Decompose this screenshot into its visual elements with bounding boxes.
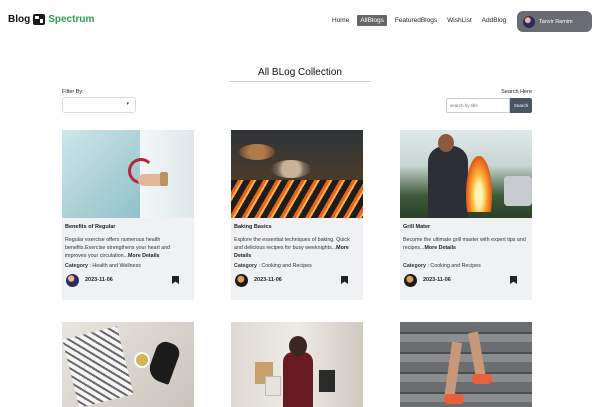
blog-card-image xyxy=(231,130,363,218)
page-title: All BLog Collection xyxy=(258,67,342,78)
blog-card-category: Category : Cooking and Recipes xyxy=(234,263,312,269)
search-button[interactable]: Search xyxy=(510,98,532,113)
author-avatar xyxy=(66,274,79,287)
more-details-link[interactable]: More Details xyxy=(425,245,457,251)
bookmark-icon[interactable] xyxy=(510,276,517,284)
nav-link-featuredblogs[interactable]: FeaturedBlogs xyxy=(393,15,439,26)
bookmark-icon[interactable] xyxy=(341,276,348,284)
search-input[interactable] xyxy=(446,98,510,113)
blog-card: Grill Mater Become the ultimate grill ma… xyxy=(400,130,532,300)
blog-card-description: Regular exercise offers numerous health … xyxy=(65,237,171,259)
blog-card-image xyxy=(231,322,363,407)
chevron-down-icon: ▾ xyxy=(126,101,129,107)
nav-link-allblogs[interactable]: AllBlogs xyxy=(357,15,387,26)
blog-card-title: Grill Mater xyxy=(403,224,431,230)
blog-card xyxy=(400,322,532,407)
filter-select[interactable]: ▾ xyxy=(62,97,136,113)
blog-card-date: 2023-11-06 xyxy=(254,277,282,283)
blog-card-title: Baking Basics xyxy=(234,224,272,230)
blog-logo-icon xyxy=(33,14,46,25)
blog-card-image xyxy=(400,322,532,407)
blog-card-image xyxy=(62,130,194,218)
blog-card: Benefits of Regular Regular exercise off… xyxy=(62,130,194,300)
blog-card-title: Benefits of Regular xyxy=(65,224,116,230)
more-details-link[interactable]: More Details xyxy=(128,253,160,259)
blog-card-date: 2023-11-06 xyxy=(423,277,451,283)
user-avatar xyxy=(523,15,535,28)
bookmark-icon[interactable] xyxy=(172,276,179,284)
blog-card-category: Category : Health and Wellness xyxy=(65,263,141,269)
blog-card-description: Explore the essential techniques of baki… xyxy=(234,237,350,259)
nav-links: Home AllBlogs FeaturedBlogs WishList Add… xyxy=(330,15,508,26)
user-name: Tanvir Ramim xyxy=(539,18,573,25)
blog-card-category: Category : Cooking and Recipes xyxy=(403,263,481,269)
navbar: Blog Spectrum Home AllBlogs FeaturedBlog… xyxy=(0,0,600,44)
blog-card-description: Become the ultimate grill master with ex… xyxy=(403,237,526,251)
nav-link-home[interactable]: Home xyxy=(330,15,351,26)
author-avatar xyxy=(404,274,417,287)
user-profile-button[interactable]: Tanvir Ramim xyxy=(517,11,592,32)
brand-spectrum-text: Spectrum xyxy=(48,14,95,25)
brand-logo[interactable]: Blog Spectrum xyxy=(8,14,94,25)
nav-link-wishlist[interactable]: WishList xyxy=(445,15,474,26)
blog-card xyxy=(62,322,194,407)
blog-card-image xyxy=(400,130,532,218)
brand-blog-text: Blog xyxy=(8,14,31,25)
filter-label: Filter By: xyxy=(62,89,84,95)
search-label: Search Here xyxy=(501,89,532,95)
title-divider xyxy=(229,81,371,82)
blog-card-image xyxy=(62,322,194,407)
blog-card: Baking Basics Explore the essential tech… xyxy=(231,130,363,300)
nav-link-addblog[interactable]: AddBlog xyxy=(480,15,509,26)
blog-card xyxy=(231,322,363,407)
author-avatar xyxy=(235,274,248,287)
blog-card-date: 2023-11-06 xyxy=(85,277,113,283)
